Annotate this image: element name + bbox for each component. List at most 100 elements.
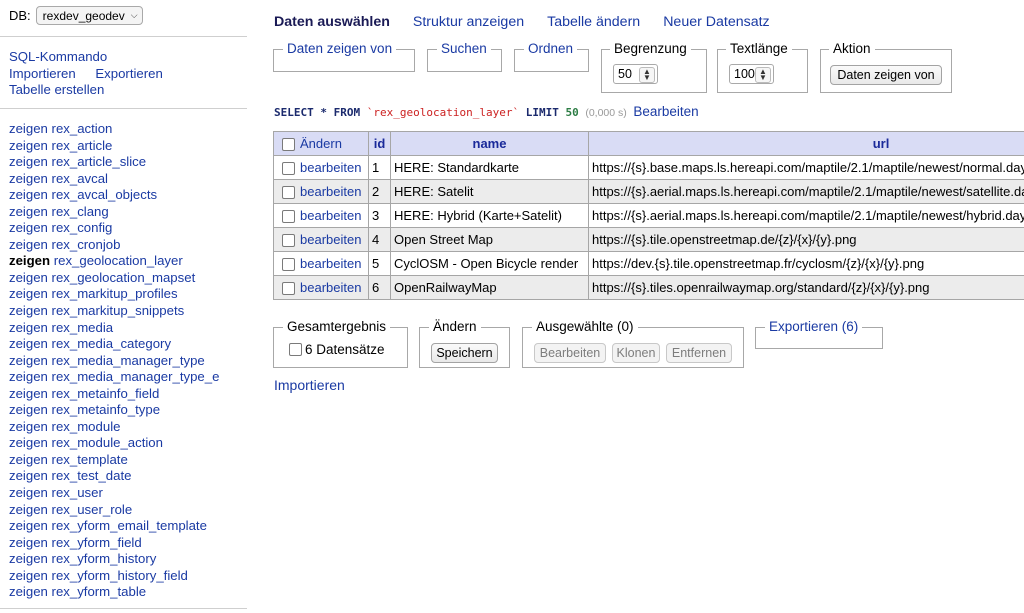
table-name-link[interactable]: rex_module_action bbox=[52, 435, 163, 450]
show-table-link[interactable]: zeigen bbox=[9, 336, 48, 351]
table-name-link[interactable]: rex_yform_history bbox=[52, 551, 157, 566]
show-data-button[interactable]: Daten zeigen von bbox=[830, 65, 942, 85]
table-name-link[interactable]: rex_yform_email_template bbox=[52, 518, 207, 533]
table-name-link[interactable]: rex_geolocation_layer bbox=[54, 253, 183, 268]
save-button[interactable]: Speichern bbox=[431, 343, 498, 363]
select-all-results-checkbox[interactable] bbox=[289, 343, 302, 356]
nav-show-structure[interactable]: Struktur anzeigen bbox=[413, 14, 524, 30]
table-name-link[interactable]: rex_media_manager_type bbox=[52, 353, 205, 368]
row-checkbox[interactable] bbox=[282, 186, 295, 200]
row-checkbox[interactable] bbox=[282, 234, 295, 248]
db-select[interactable]: rexdev_geodev ⌵ bbox=[35, 6, 143, 25]
header-modify-label[interactable]: Ändern bbox=[300, 136, 342, 151]
show-table-link[interactable]: zeigen bbox=[9, 419, 48, 434]
show-table-link[interactable]: zeigen bbox=[9, 220, 48, 235]
show-table-link[interactable]: zeigen bbox=[9, 551, 48, 566]
row-edit-link[interactable]: bearbeiten bbox=[300, 160, 361, 175]
order-toggle[interactable]: Ordnen bbox=[524, 41, 578, 57]
table-name-link[interactable]: rex_cronjob bbox=[52, 237, 121, 252]
table-name-link[interactable]: rex_clang bbox=[52, 204, 109, 219]
show-table-link[interactable]: zeigen bbox=[9, 485, 48, 500]
show-table-link[interactable]: zeigen bbox=[9, 253, 50, 268]
show-table-link[interactable]: zeigen bbox=[9, 452, 48, 467]
table-name-link[interactable]: rex_template bbox=[52, 452, 128, 467]
search-toggle[interactable]: Suchen bbox=[437, 41, 491, 57]
show-table-link[interactable]: zeigen bbox=[9, 187, 48, 202]
import-link[interactable]: Importieren bbox=[9, 66, 76, 81]
header-id[interactable]: id bbox=[368, 131, 391, 156]
row-checkbox[interactable] bbox=[282, 282, 295, 296]
row-edit-link[interactable]: bearbeiten bbox=[300, 208, 361, 223]
show-table-link[interactable]: zeigen bbox=[9, 237, 48, 252]
table-name-link[interactable]: rex_user bbox=[52, 485, 103, 500]
show-table-link[interactable]: zeigen bbox=[9, 518, 48, 533]
header-name[interactable]: name bbox=[390, 131, 589, 156]
table-name-link[interactable]: rex_media_category bbox=[52, 336, 172, 351]
edit-selected-button[interactable]: Bearbeiten bbox=[534, 343, 606, 363]
sql-edit-link[interactable]: Bearbeiten bbox=[633, 104, 698, 119]
table-name-link[interactable]: rex_test_date bbox=[52, 468, 132, 483]
table-name-link[interactable]: rex_article_slice bbox=[52, 154, 147, 169]
show-table-link[interactable]: zeigen bbox=[9, 568, 48, 583]
table-name-link[interactable]: rex_module bbox=[52, 419, 121, 434]
row-edit-link[interactable]: bearbeiten bbox=[300, 232, 361, 247]
table-name-link[interactable]: rex_config bbox=[52, 220, 113, 235]
table-name-link[interactable]: rex_media_manager_type_e bbox=[52, 369, 220, 384]
text-length-input[interactable]: 100 ▲ ▼ bbox=[729, 64, 774, 84]
show-table-link[interactable]: zeigen bbox=[9, 171, 48, 186]
show-table-link[interactable]: zeigen bbox=[9, 402, 48, 417]
show-table-link[interactable]: zeigen bbox=[9, 303, 48, 318]
export-toggle[interactable]: Exportieren (6) bbox=[765, 319, 863, 335]
stepper-icon[interactable]: ▲ ▼ bbox=[639, 67, 655, 83]
show-table-link[interactable]: zeigen bbox=[9, 138, 48, 153]
table-name-link[interactable]: rex_media bbox=[52, 320, 114, 335]
show-table-link[interactable]: zeigen bbox=[9, 386, 48, 401]
table-name-link[interactable]: rex_avcal_objects bbox=[52, 187, 158, 202]
show-table-link[interactable]: zeigen bbox=[9, 468, 48, 483]
import-bottom-link[interactable]: Importieren bbox=[274, 377, 345, 393]
show-table-link[interactable]: zeigen bbox=[9, 353, 48, 368]
remove-selected-button[interactable]: Entfernen bbox=[666, 343, 732, 363]
select-all-checkbox[interactable] bbox=[282, 138, 295, 152]
show-table-link[interactable]: zeigen bbox=[9, 369, 48, 384]
clone-selected-button[interactable]: Klonen bbox=[612, 343, 660, 363]
limit-input[interactable]: 50 ▲ ▼ bbox=[613, 64, 658, 84]
table-name-link[interactable]: rex_yform_table bbox=[52, 584, 147, 599]
export-link[interactable]: Exportieren bbox=[95, 66, 162, 81]
row-edit-link[interactable]: bearbeiten bbox=[300, 256, 361, 271]
header-url[interactable]: url bbox=[588, 131, 1024, 156]
show-table-link[interactable]: zeigen bbox=[9, 535, 48, 550]
table-name-link[interactable]: rex_user_role bbox=[52, 502, 133, 517]
nav-select-data[interactable]: Daten auswählen bbox=[274, 14, 390, 30]
table-name-link[interactable]: rex_avcal bbox=[52, 171, 108, 186]
table-name-link[interactable]: rex_yform_field bbox=[52, 535, 142, 550]
create-table-link[interactable]: Tabelle erstellen bbox=[9, 82, 104, 97]
show-table-link[interactable]: zeigen bbox=[9, 584, 48, 599]
table-name-link[interactable]: rex_metainfo_type bbox=[52, 402, 161, 417]
show-table-link[interactable]: zeigen bbox=[9, 270, 48, 285]
nav-new-record[interactable]: Neuer Datensatz bbox=[663, 14, 769, 30]
row-checkbox[interactable] bbox=[282, 258, 295, 272]
row-edit-link[interactable]: bearbeiten bbox=[300, 184, 361, 199]
show-table-link[interactable]: zeigen bbox=[9, 320, 48, 335]
show-table-link[interactable]: zeigen bbox=[9, 435, 48, 450]
table-name-link[interactable]: rex_geolocation_mapset bbox=[52, 270, 196, 285]
row-checkbox[interactable] bbox=[282, 162, 295, 176]
table-name-link[interactable]: rex_markitup_snippets bbox=[52, 303, 185, 318]
show-columns-toggle[interactable]: Daten zeigen von bbox=[283, 41, 397, 57]
show-table-link[interactable]: zeigen bbox=[9, 286, 48, 301]
show-table-link[interactable]: zeigen bbox=[9, 204, 48, 219]
row-edit-link[interactable]: bearbeiten bbox=[300, 280, 361, 295]
show-table-link[interactable]: zeigen bbox=[9, 154, 48, 169]
stepper-icon[interactable]: ▲ ▼ bbox=[755, 67, 771, 83]
table-name-link[interactable]: rex_action bbox=[52, 121, 113, 136]
show-table-link[interactable]: zeigen bbox=[9, 502, 48, 517]
row-checkbox[interactable] bbox=[282, 210, 295, 224]
nav-alter-table[interactable]: Tabelle ändern bbox=[547, 14, 640, 30]
show-table-link[interactable]: zeigen bbox=[9, 121, 48, 136]
table-name-link[interactable]: rex_article bbox=[52, 138, 113, 153]
table-name-link[interactable]: rex_yform_history_field bbox=[52, 568, 188, 583]
table-name-link[interactable]: rex_markitup_profiles bbox=[52, 286, 178, 301]
sql-command-link[interactable]: SQL-Kommando bbox=[9, 49, 107, 64]
table-name-link[interactable]: rex_metainfo_field bbox=[52, 386, 160, 401]
